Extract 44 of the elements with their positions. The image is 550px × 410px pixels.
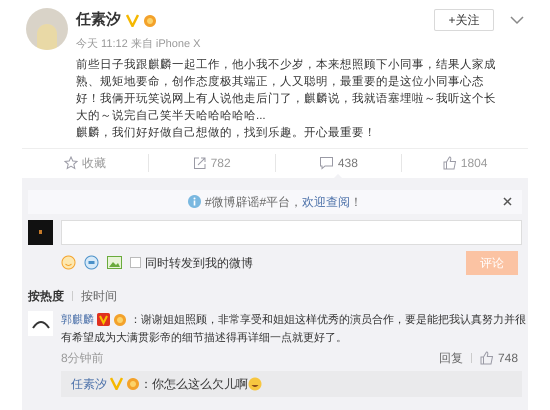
close-icon[interactable] (503, 197, 512, 206)
avatar[interactable] (26, 8, 68, 50)
sort-tab[interactable]: 按热度 (28, 286, 64, 304)
like-button[interactable]: 748 (480, 348, 518, 366)
action-button[interactable]: 1804 (442, 154, 488, 172)
medal-icon (113, 313, 127, 326)
reply-text: ：你怎么这么欠儿啊 (140, 376, 248, 392)
image-icon[interactable] (107, 256, 122, 269)
action-button[interactable]: 收藏 (64, 154, 106, 172)
info-icon (188, 195, 201, 208)
commenter-name[interactable]: 郭麒麟 (61, 310, 94, 328)
share-icon (192, 156, 207, 170)
verified-badge-icon (110, 377, 123, 390)
thumbs-up-icon (442, 156, 457, 170)
comment-input[interactable] (61, 220, 522, 244)
sort-tab[interactable]: 按时间 (81, 286, 117, 304)
reply-button[interactable]: 回复 (438, 348, 463, 366)
medal-icon (126, 377, 140, 390)
author-name[interactable]: 任素汐 (76, 8, 121, 32)
verified-badge-icon (97, 313, 110, 326)
action-button[interactable]: 438 (318, 154, 358, 172)
notice-text: #微博辟谣#平台， (204, 194, 302, 210)
notice-link[interactable]: 欢迎查阅 (302, 192, 350, 210)
checkbox-label: 同时转发到我的微博 (145, 254, 253, 272)
verified-badge-icon (126, 14, 139, 26)
notice-text: ！ (350, 194, 362, 210)
post-text: 前些日子我跟麒麟一起工作，他小我不少岁，本来想照顾下小同事，结果人家成熟、规矩地要命，创作态度极其端正，人又聪明，最重要的是这位小同事心态好！我俩开玩笑说网上有人说他走后门了，麒麟说，我就语塞埋啦～我听这个长大的～说完自己笑半天哈哈哈哈哈... (76, 57, 497, 124)
chevron-down-icon[interactable] (510, 16, 524, 24)
action-button[interactable]: 782 (192, 154, 231, 172)
post-text: 麒麟，我们好好做自己想做的，找到乐趣。开心最重要！ (76, 125, 377, 140)
user-avatar (28, 220, 53, 244)
comment-time: 8分钟前 (61, 350, 104, 366)
laughing-emoji-icon (248, 376, 262, 390)
comment-text: ：谢谢姐姐照顾，非常享受和姐姐这样优秀的演员合作，要是能把我认真努力并很 (130, 312, 526, 328)
comment-text: 有希望成为大满贯影帝的细节描述得再详细一点就更好了。 (61, 330, 348, 346)
emoji-icon[interactable] (61, 255, 76, 270)
comment-icon (318, 156, 334, 170)
reply-author[interactable]: 任素汐 (71, 374, 107, 392)
follow-button[interactable]: +关注 (434, 9, 494, 31)
post-meta: 今天 11:12 来自 iPhone X (76, 37, 202, 52)
commenter-avatar[interactable] (28, 310, 53, 336)
thumbs-up-icon (480, 350, 494, 364)
medal-icon (143, 14, 157, 26)
star-icon (64, 156, 78, 170)
